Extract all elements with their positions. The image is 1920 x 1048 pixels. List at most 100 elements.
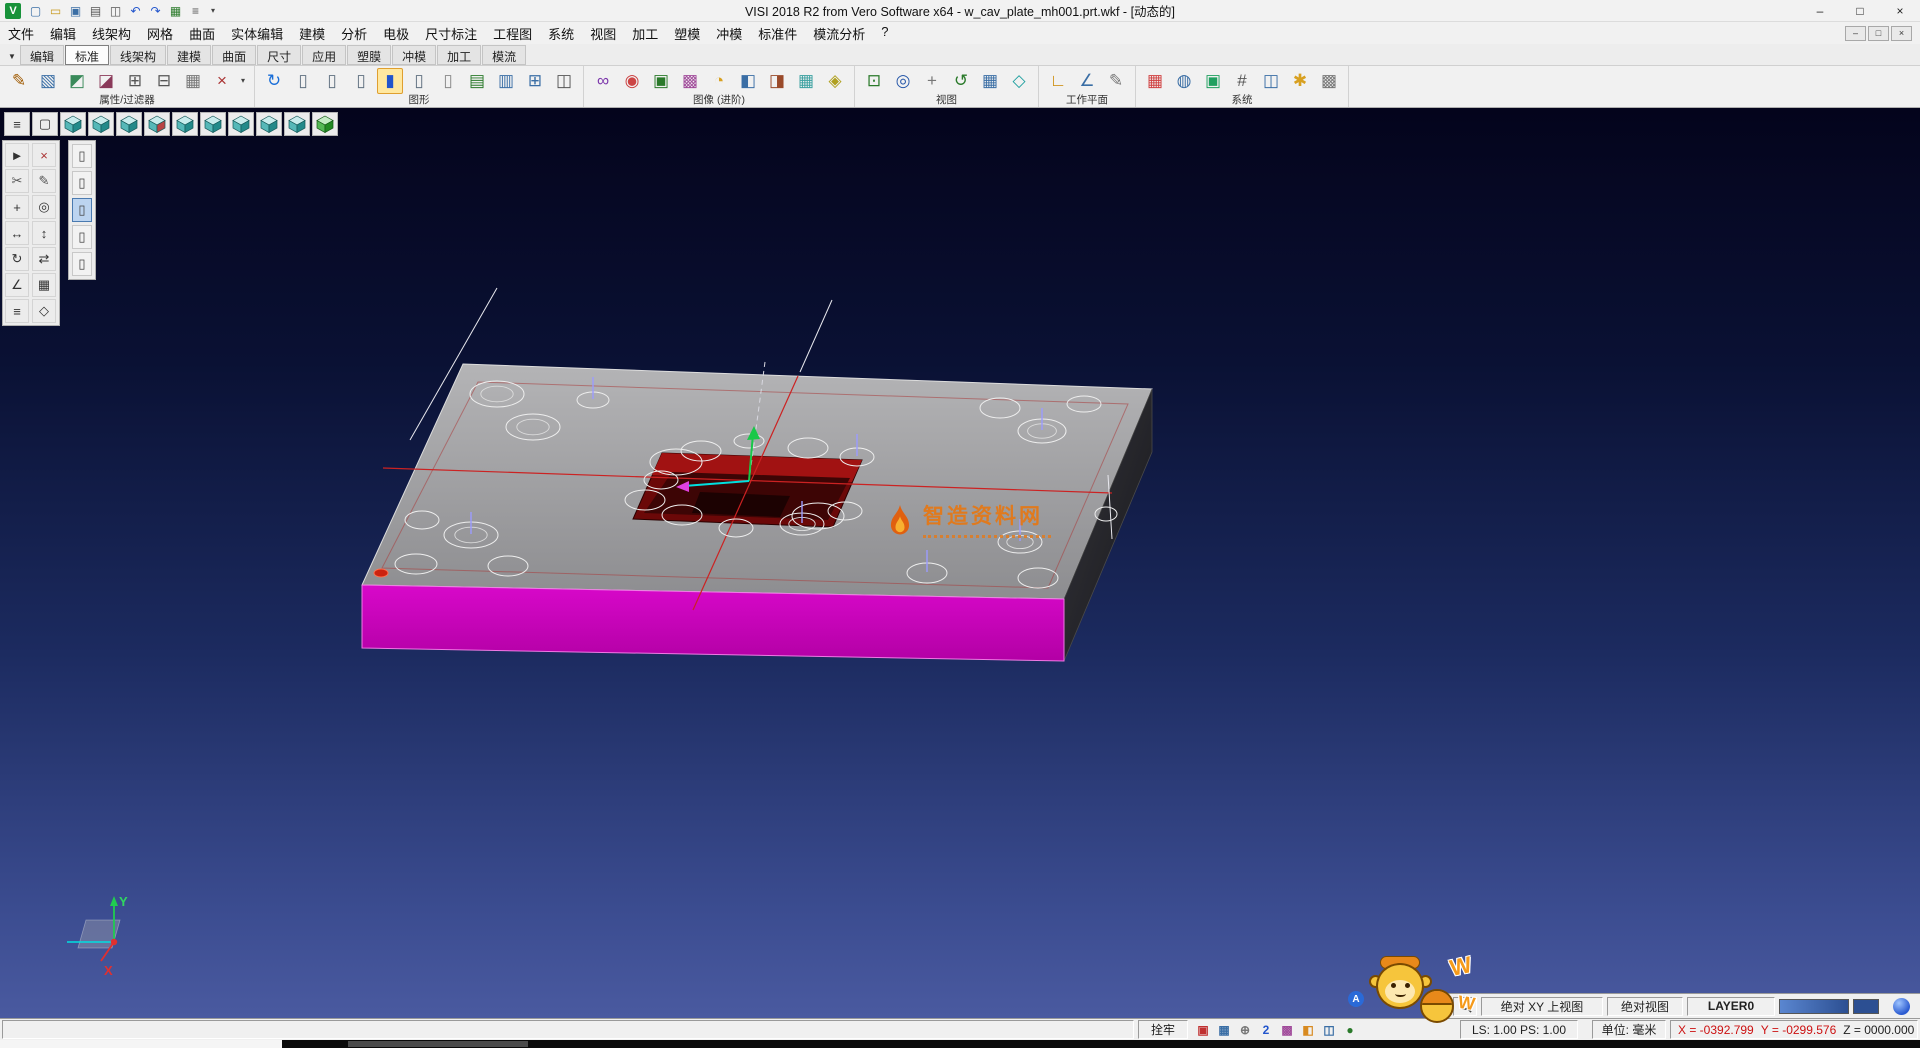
plate-front-face[interactable] bbox=[362, 585, 1064, 661]
layer-column-4-icon[interactable]: ▯ bbox=[406, 68, 432, 94]
menu-item-17[interactable]: 模流分析 bbox=[805, 22, 873, 45]
mdi-minimize-button[interactable]: – bbox=[1845, 26, 1866, 41]
effects-icon[interactable]: ◈ bbox=[822, 68, 848, 94]
angle-icon[interactable]: ∠ bbox=[5, 273, 29, 297]
filter-solids-icon[interactable]: ⊟ bbox=[151, 68, 177, 94]
tab-8[interactable]: 冲模 bbox=[392, 45, 436, 65]
menu-item-5[interactable]: 实体编辑 bbox=[223, 22, 291, 45]
view-iso-3-icon[interactable] bbox=[116, 112, 142, 136]
tab-2[interactable]: 线架构 bbox=[110, 45, 166, 65]
mirror-icon[interactable]: ⇄ bbox=[32, 247, 56, 271]
hatch-icon[interactable]: ▩ bbox=[1316, 68, 1342, 94]
session-icon[interactable]: ≡ bbox=[186, 2, 205, 19]
view-back-icon[interactable] bbox=[256, 112, 282, 136]
window-icon[interactable]: ◫ bbox=[551, 68, 577, 94]
rotate-view-icon[interactable]: ↺ bbox=[948, 68, 974, 94]
layer-color-swatch[interactable] bbox=[1779, 999, 1849, 1014]
options-icon[interactable]: ✱ bbox=[1287, 68, 1313, 94]
filter-curves-icon[interactable]: ◪ bbox=[93, 68, 119, 94]
tab-4[interactable]: 曲面 bbox=[212, 45, 256, 65]
redo-icon[interactable]: ↷ bbox=[146, 2, 165, 19]
mdi-close-button[interactable]: × bbox=[1891, 26, 1912, 41]
zoom-window-icon[interactable]: ◎ bbox=[890, 68, 916, 94]
point-icon[interactable]: + bbox=[5, 195, 29, 219]
attribute-painter-icon[interactable]: ▧ bbox=[35, 68, 61, 94]
undo-icon[interactable]: ↶ bbox=[126, 2, 145, 19]
view-iso-2-icon[interactable] bbox=[88, 112, 114, 136]
tab-1[interactable]: 标准 bbox=[65, 45, 109, 65]
maximize-button[interactable]: □ bbox=[1840, 0, 1880, 21]
units-indicator[interactable]: 单位: 毫米 bbox=[1592, 1020, 1666, 1039]
snap-lock-toggle[interactable]: 拴牢 bbox=[1138, 1020, 1188, 1039]
workspace-icon[interactable]: ▦ bbox=[166, 2, 185, 19]
datum-marker[interactable] bbox=[374, 569, 388, 577]
tab-0[interactable]: 编辑 bbox=[20, 45, 64, 65]
snapshot-icon[interactable]: ▣ bbox=[1200, 68, 1226, 94]
status-help2-icon[interactable]: 2 bbox=[1257, 1021, 1275, 1038]
tab-5[interactable]: 尺寸 bbox=[257, 45, 301, 65]
lighting-icon[interactable]: ◔ bbox=[706, 68, 732, 94]
filter-can-1-icon[interactable]: ▯ bbox=[72, 144, 92, 168]
active-layer-indicator[interactable]: LAYER0 bbox=[1687, 997, 1775, 1016]
array-icon[interactable]: ▦ bbox=[32, 273, 56, 297]
tab-6[interactable]: 应用 bbox=[302, 45, 346, 65]
view-iso-active-icon[interactable] bbox=[312, 112, 338, 136]
view-iso-red-icon[interactable] bbox=[144, 112, 170, 136]
delete-icon[interactable]: × bbox=[32, 143, 56, 167]
workplane-icon[interactable]: ∟ bbox=[1045, 68, 1071, 94]
menu-item-15[interactable]: 冲模 bbox=[708, 22, 750, 45]
menu-item-0[interactable]: 文件 bbox=[0, 22, 42, 45]
line-color-swatch[interactable] bbox=[1853, 999, 1879, 1014]
menu-item-12[interactable]: 视图 bbox=[582, 22, 624, 45]
profile-icon[interactable]: ◇ bbox=[32, 299, 56, 323]
menu-item-14[interactable]: 塑模 bbox=[666, 22, 708, 45]
tab-options-dropdown[interactable]: ▼ bbox=[4, 47, 20, 65]
globe-icon[interactable]: ◍ bbox=[1171, 68, 1197, 94]
view-iso-1-icon[interactable] bbox=[60, 112, 86, 136]
rotate-icon[interactable]: ↻ bbox=[5, 247, 29, 271]
viewport-canvas[interactable]: YX bbox=[0, 108, 1920, 1018]
menu-item-18[interactable]: ? bbox=[873, 22, 896, 45]
circle-icon[interactable]: ◎ bbox=[32, 195, 56, 219]
print-preview-icon[interactable]: ◫ bbox=[106, 2, 125, 19]
menu-item-4[interactable]: 曲面 bbox=[181, 22, 223, 45]
menu-item-11[interactable]: 系统 bbox=[540, 22, 582, 45]
filter-can-5-icon[interactable]: ▯ bbox=[72, 252, 92, 276]
filter-can-4-icon[interactable]: ▯ bbox=[72, 225, 92, 249]
view-bottom-icon[interactable] bbox=[284, 112, 310, 136]
view-reference-indicator[interactable]: 绝对视图 bbox=[1607, 997, 1683, 1016]
layer-list-icon[interactable]: ▯ bbox=[435, 68, 461, 94]
texture-icon[interactable]: ◨ bbox=[764, 68, 790, 94]
layer-column-1-icon[interactable]: ▯ bbox=[290, 68, 316, 94]
move-icon[interactable]: ↔ bbox=[5, 221, 29, 245]
select-icon[interactable]: ► bbox=[5, 143, 29, 167]
status-render-icon[interactable]: ▣ bbox=[1194, 1021, 1212, 1038]
status-grid-icon[interactable]: ▦ bbox=[1215, 1021, 1233, 1038]
menu-item-10[interactable]: 工程图 bbox=[485, 22, 540, 45]
filter-surfaces-icon[interactable]: ⊞ bbox=[122, 68, 148, 94]
redraw-icon[interactable]: ↻ bbox=[261, 68, 287, 94]
layer-column-2-icon[interactable]: ▯ bbox=[319, 68, 345, 94]
quick-access-dropdown-icon[interactable]: ▾ bbox=[206, 6, 220, 15]
status-snap-icon[interactable]: ⊕ bbox=[1236, 1021, 1254, 1038]
save-icon[interactable]: ▣ bbox=[66, 2, 85, 19]
toolbar-group-0-dropdown-icon[interactable]: ▾ bbox=[238, 76, 248, 85]
stretch-icon[interactable]: ↕ bbox=[32, 221, 56, 245]
menu-item-9[interactable]: 尺寸标注 bbox=[417, 22, 485, 45]
view-side-icon[interactable] bbox=[228, 112, 254, 136]
background-icon[interactable]: ▦ bbox=[793, 68, 819, 94]
tab-7[interactable]: 塑膜 bbox=[347, 45, 391, 65]
pan-icon[interactable]: + bbox=[919, 68, 945, 94]
menu-item-8[interactable]: 电极 bbox=[375, 22, 417, 45]
menu-item-16[interactable]: 标准件 bbox=[750, 22, 805, 45]
menu-item-7[interactable]: 分析 bbox=[333, 22, 375, 45]
view-single-icon[interactable]: ▢ bbox=[32, 112, 58, 136]
workplane-edit-icon[interactable]: ✎ bbox=[1103, 68, 1129, 94]
table-icon[interactable]: ▥ bbox=[493, 68, 519, 94]
filter-can-3-icon[interactable]: ▯ bbox=[72, 198, 92, 222]
menu-item-2[interactable]: 线架构 bbox=[84, 22, 139, 45]
view-toolbar-menu-icon[interactable]: ≡ bbox=[4, 112, 30, 136]
tab-9[interactable]: 加工 bbox=[437, 45, 481, 65]
view-orientation-indicator[interactable]: 绝对 XY 上视图 bbox=[1481, 997, 1603, 1016]
material-icon[interactable]: ◧ bbox=[735, 68, 761, 94]
